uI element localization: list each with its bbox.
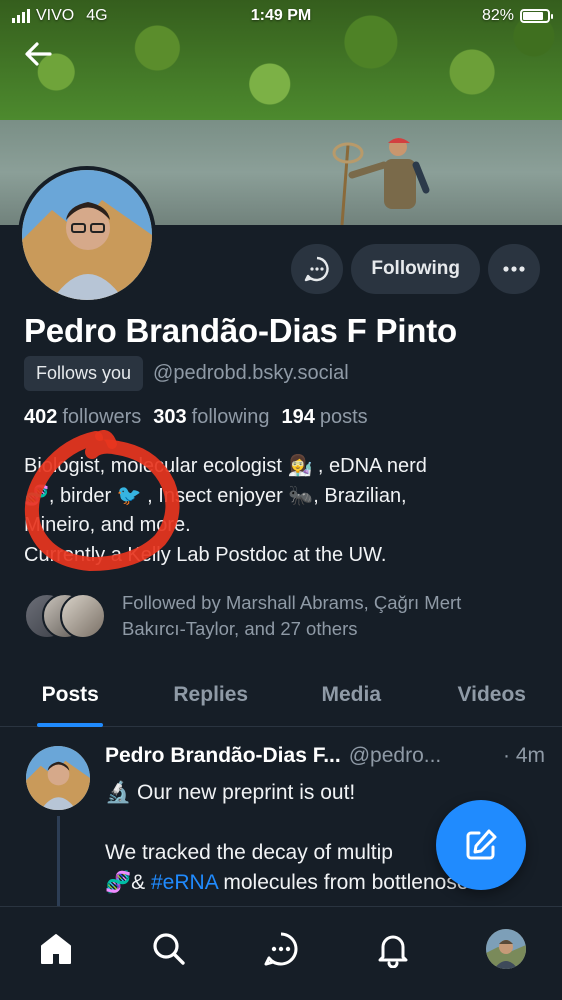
chat-bubble-icon [264, 932, 298, 966]
network-type: 4G [86, 7, 108, 24]
ellipsis-icon [503, 266, 525, 272]
profile-bio: Biologist, molecular ecologist 👩‍🔬 , eDN… [24, 452, 539, 570]
posts-stat: 194 posts [282, 406, 368, 429]
battery-icon [520, 9, 553, 23]
follows-you-badge: Follows you [24, 356, 144, 391]
followers-stat[interactable]: 402 followers [24, 406, 141, 429]
profile-avatar[interactable] [18, 166, 156, 304]
nav-search[interactable] [139, 927, 199, 971]
compose-post-button[interactable] [436, 800, 526, 890]
status-bar: VIVO 4G 1:49 PM 82% [0, 0, 562, 32]
back-button[interactable] [20, 36, 56, 72]
followed-by-text: Followed by Marshall Abrams, Çağrı Mert … [122, 592, 462, 639]
handle-row: Follows you @pedrobd.bsky.social [24, 356, 349, 391]
following-label: following [191, 406, 270, 428]
bottom-navigation [0, 906, 562, 1000]
post-author-handle[interactable]: @pedro... [349, 744, 442, 768]
tab-replies[interactable]: Replies [141, 664, 282, 726]
home-icon [41, 934, 72, 964]
hashtag-link[interactable]: #eRNA [151, 871, 218, 894]
message-button[interactable] [291, 244, 344, 294]
avatar-photo [22, 170, 152, 300]
bio-line: Mineiro, and more. [24, 514, 191, 536]
banner-person-with-net [332, 138, 430, 225]
posts-label: posts [319, 406, 368, 428]
bio-line: Currently a Kelly Lab Postdoc at the UW. [24, 543, 387, 566]
tab-posts[interactable]: Posts [0, 664, 141, 726]
bell-icon [378, 935, 408, 968]
post-text-fragment: We tracked the decay of multip [105, 841, 393, 864]
followers-label: followers [62, 406, 142, 428]
search-icon [152, 933, 185, 965]
nav-notifications[interactable] [363, 927, 423, 971]
post-author-name[interactable]: Pedro Brandão-Dias F... [105, 744, 341, 768]
thread-line [57, 816, 60, 908]
post-header: Pedro Brandão-Dias F... @pedro... · 4m [105, 744, 545, 768]
profile-stats: 402 followers 303 following 194 posts [24, 406, 368, 429]
bio-line: 🧬, birder 🐦 , Insect enjoyer 🐜, Brazilia… [24, 484, 407, 507]
bio-line: Biologist, molecular ecologist 👩‍🔬 , eDN… [24, 455, 427, 477]
chat-bubble-icon [305, 256, 330, 282]
tab-media[interactable]: Media [281, 664, 422, 726]
nav-chat[interactable] [251, 927, 311, 971]
clock: 1:49 PM [250, 7, 312, 24]
followed-by-row[interactable]: Followed by Marshall Abrams, Çağrı Mert … [24, 590, 522, 642]
mutual-avatars [24, 593, 106, 639]
nav-home[interactable] [26, 927, 86, 971]
tab-videos[interactable]: Videos [422, 664, 562, 726]
cellular-signal-icon [12, 9, 30, 23]
carrier-name: VIVO [36, 7, 75, 24]
profile-handle: @pedrobd.bsky.social [153, 362, 349, 384]
profile-display-name: Pedro Brandão-Dias F Pinto [24, 312, 458, 349]
post-text-fragment: molecules from bottlenose [217, 871, 469, 894]
post-author-avatar[interactable] [26, 746, 90, 810]
nav-profile[interactable] [476, 927, 536, 971]
self-avatar [485, 929, 526, 969]
battery-percent: 82% [481, 7, 514, 24]
post-timestamp: · 4m [503, 744, 545, 767]
arrow-left-icon [25, 42, 52, 66]
compose-pencil-icon [466, 829, 497, 860]
post-text-fragment: 🧬& [105, 871, 151, 894]
posts-count: 194 [281, 406, 315, 428]
mutual-avatar [60, 593, 106, 639]
avatar-photo [26, 746, 90, 810]
avatar-photo [485, 929, 526, 969]
following-count: 303 [153, 406, 187, 428]
following-button[interactable]: Following [351, 244, 480, 294]
followers-count: 402 [24, 406, 58, 428]
more-options-button[interactable] [488, 244, 540, 294]
profile-tabs: Posts Replies Media Videos [0, 664, 562, 727]
following-stat[interactable]: 303 following [153, 406, 269, 429]
profile-actions: Following [291, 244, 540, 294]
